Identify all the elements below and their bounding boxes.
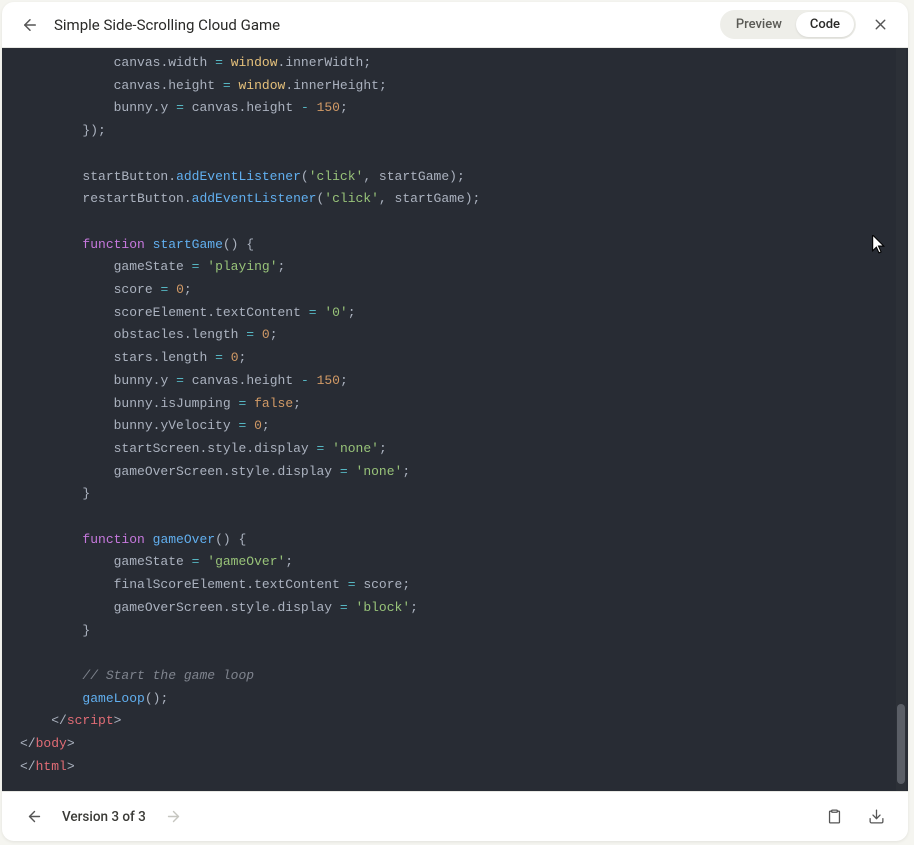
code-viewer: canvas.width = window.innerWidth; canvas… <box>2 48 908 791</box>
prev-version-button[interactable] <box>20 803 48 831</box>
code-content: canvas.width = window.innerWidth; canvas… <box>2 52 908 779</box>
code-toggle[interactable]: Code <box>796 12 854 37</box>
artifact-panel: Simple Side-Scrolling Cloud Game Preview… <box>2 2 908 841</box>
arrow-left-icon <box>21 16 39 34</box>
arrow-left-icon <box>26 808 43 825</box>
arrow-right-icon <box>165 808 182 825</box>
copy-button[interactable] <box>820 803 848 831</box>
view-toggle: Preview Code <box>720 10 856 39</box>
clipboard-icon <box>826 808 843 825</box>
version-label: Version 3 of 3 <box>62 809 146 825</box>
code-scroll-region[interactable]: canvas.width = window.innerWidth; canvas… <box>2 48 908 791</box>
scrollbar-thumb[interactable] <box>897 704 905 784</box>
footer-bar: Version 3 of 3 <box>2 791 908 841</box>
close-button[interactable] <box>866 11 894 39</box>
artifact-title: Simple Side-Scrolling Cloud Game <box>54 16 710 34</box>
scrollbar-track[interactable] <box>896 48 906 791</box>
back-button[interactable] <box>16 11 44 39</box>
next-version-button <box>160 803 188 831</box>
close-icon <box>872 16 889 33</box>
preview-toggle[interactable]: Preview <box>722 12 796 37</box>
header-bar: Simple Side-Scrolling Cloud Game Preview… <box>2 2 908 48</box>
download-button[interactable] <box>862 803 890 831</box>
download-icon <box>868 808 885 825</box>
